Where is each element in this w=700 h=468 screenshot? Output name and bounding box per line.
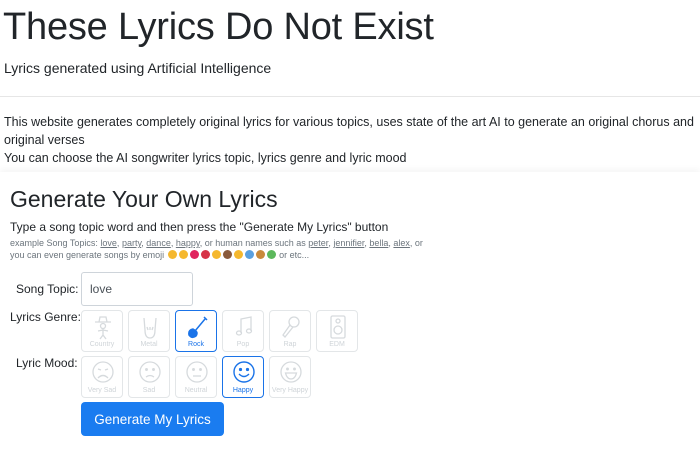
emoji-example-icon[interactable] bbox=[233, 250, 243, 259]
emoji-example-icon[interactable] bbox=[244, 250, 254, 259]
mood-option-very-happy[interactable]: Very Happy bbox=[269, 356, 311, 398]
very-sad-face-icon bbox=[92, 361, 114, 383]
example-topic-link[interactable]: happy bbox=[176, 238, 200, 248]
genre-option-edm[interactable]: EDM bbox=[316, 310, 358, 352]
mood-option-neutral[interactable]: Neutral bbox=[175, 356, 217, 398]
speaker-icon bbox=[330, 315, 346, 339]
sad-face-icon bbox=[139, 361, 161, 383]
genre-option-country[interactable]: Country bbox=[81, 310, 123, 352]
example-topic-link[interactable]: party bbox=[122, 238, 141, 248]
emoji-example-icon[interactable] bbox=[211, 250, 221, 259]
emoji-example-icon[interactable] bbox=[255, 250, 265, 259]
genre-option-rap[interactable]: Rap bbox=[269, 310, 311, 352]
example-name-link[interactable]: bella bbox=[369, 238, 388, 248]
site-title: These Lyrics Do Not Exist bbox=[3, 6, 434, 48]
example-name-link[interactable]: alex bbox=[393, 238, 410, 248]
lyric-mood-label: Lyric Mood: bbox=[16, 356, 78, 370]
example-topics: example Song Topics: love, party, dance,… bbox=[10, 238, 423, 260]
divider bbox=[0, 96, 700, 97]
genre-option-metal[interactable]: Metal bbox=[128, 310, 170, 352]
examples-suffix: or etc... bbox=[279, 250, 310, 260]
genre-option-label: Metal bbox=[140, 341, 158, 348]
emoji-examples bbox=[167, 250, 277, 260]
mood-option-label: Neutral bbox=[184, 387, 208, 394]
example-topic-link[interactable]: dance bbox=[146, 238, 171, 248]
cowboy-icon bbox=[95, 316, 111, 340]
site-subtitle: Lyrics generated using Artificial Intell… bbox=[4, 60, 272, 76]
mood-option-label: Very Happy bbox=[271, 387, 309, 394]
examples-prefix: example Song Topics: bbox=[10, 238, 98, 248]
guitar-icon bbox=[188, 316, 208, 339]
emoji-example-icon[interactable] bbox=[266, 250, 276, 259]
examples-names-text: , or human names such as bbox=[199, 238, 306, 248]
generator-panel: Generate Your Own Lyrics Type a song top… bbox=[0, 172, 700, 468]
intro-line-2: You can choose the AI songwriter lyrics … bbox=[4, 151, 407, 165]
generate-lyrics-button[interactable]: Generate My Lyrics bbox=[81, 402, 224, 436]
generator-instruction: Type a song topic word and then press th… bbox=[10, 220, 389, 234]
emoji-example-icon[interactable] bbox=[222, 250, 232, 259]
genre-option-pop[interactable]: Pop bbox=[222, 310, 264, 352]
microphone-icon bbox=[282, 316, 300, 338]
mood-option-sad[interactable]: Sad bbox=[128, 356, 170, 398]
rock-hand-icon bbox=[143, 317, 157, 339]
very-happy-face-icon bbox=[280, 361, 302, 383]
genre-option-label: Country bbox=[89, 341, 115, 348]
happy-face-icon bbox=[233, 361, 255, 383]
neutral-face-icon bbox=[186, 361, 208, 383]
mood-option-label: Happy bbox=[232, 387, 254, 394]
genre-option-label: Pop bbox=[236, 341, 250, 348]
example-name-link[interactable]: peter bbox=[308, 238, 328, 248]
mood-option-happy[interactable]: Happy bbox=[222, 356, 264, 398]
intro-line-1: This website generates completely origin… bbox=[4, 115, 694, 147]
emoji-example-icon[interactable] bbox=[178, 250, 188, 259]
emoji-example-icon[interactable] bbox=[167, 250, 177, 259]
example-name-link[interactable]: jennifier bbox=[333, 238, 364, 248]
genre-option-label: EDM bbox=[329, 341, 345, 348]
mood-option-label: Very Sad bbox=[87, 387, 117, 394]
mood-option-label: Sad bbox=[142, 387, 156, 394]
emoji-example-icon[interactable] bbox=[200, 250, 210, 259]
song-topic-input[interactable] bbox=[81, 272, 193, 306]
genre-option-label: Rock bbox=[188, 341, 204, 348]
generator-title: Generate Your Own Lyrics bbox=[10, 186, 278, 212]
song-topic-label: Song Topic: bbox=[16, 282, 79, 296]
mood-option-very-sad[interactable]: Very Sad bbox=[81, 356, 123, 398]
music-note-icon bbox=[235, 316, 253, 336]
lyrics-genre-label: Lyrics Genre: bbox=[10, 310, 81, 324]
example-topic-link[interactable]: love bbox=[100, 238, 117, 248]
emoji-example-icon[interactable] bbox=[189, 250, 199, 259]
intro-text: This website generates completely origin… bbox=[4, 113, 696, 167]
genre-option-label: Rap bbox=[283, 341, 297, 348]
genre-option-rock[interactable]: Rock bbox=[175, 310, 217, 352]
